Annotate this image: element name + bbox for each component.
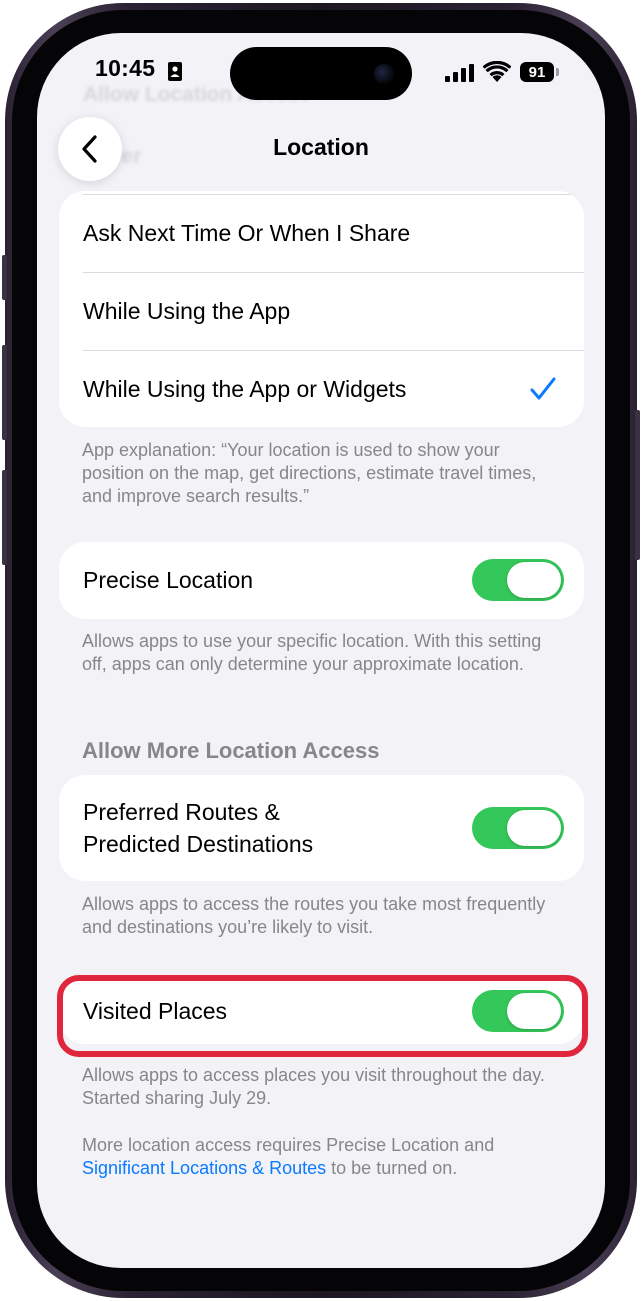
app-explanation: App explanation: “Your location is used … [82,440,537,506]
routes-group: Preferred Routes & Predicted Destination… [59,775,584,881]
significant-locations-link[interactable]: Significant Locations & Routes [82,1158,326,1178]
volume-up-button [2,345,7,440]
routes-toggle[interactable] [472,807,564,849]
cellular-signal-icon [445,64,474,82]
focus-id-icon [168,62,182,81]
section-header: Allow More Location Access [82,738,380,763]
option-label: Ask Next Time Or When I Share [83,220,411,246]
option-ask-next-time[interactable]: Ask Next Time Or When I Share [83,195,584,272]
highlight-box [57,975,588,1057]
option-while-using-app[interactable]: While Using the App [83,273,584,350]
volume-down-button [2,470,7,565]
toggle-knob [507,562,561,598]
routes-label-line1: Preferred Routes & [83,799,280,825]
option-label: While Using the App [83,298,291,324]
dynamic-island [230,47,412,100]
option-while-using-app-or-widgets[interactable]: While Using the App or Widgets [83,351,584,427]
page-title: Location [273,134,369,160]
routes-footnote: Allows apps to access the routes you tak… [82,894,546,937]
wifi-icon [483,61,511,82]
precise-location-toggle[interactable] [472,559,564,601]
screen: Allow Location Access Never 10:45 91 Loc… [37,33,605,1268]
battery-tip [556,68,559,76]
routes-label-line2: Predicted Destinations [83,831,314,857]
precise-location-group: Precise Location [59,542,584,619]
bottom-note-text: More location access requires Precise Lo… [82,1135,495,1155]
status-time: 10:45 [95,55,156,81]
camera-icon [374,64,394,84]
battery-indicator: 91 [520,62,554,82]
visited-places-footnote: Allows apps to access places you visit t… [82,1065,545,1108]
option-label: While Using the App or Widgets [83,375,407,402]
bottom-note: More location access requires Precise Lo… [82,1134,562,1180]
bottom-note-suffix: to be turned on. [326,1158,458,1178]
power-button [635,410,640,560]
action-button [2,255,7,300]
checkmark-icon [530,377,556,400]
precise-location-footnote: Allows apps to use your specific locatio… [82,631,542,674]
location-access-options: Ask Next Time Or When I Share While Usin… [59,191,584,427]
toggle-knob [507,810,561,846]
